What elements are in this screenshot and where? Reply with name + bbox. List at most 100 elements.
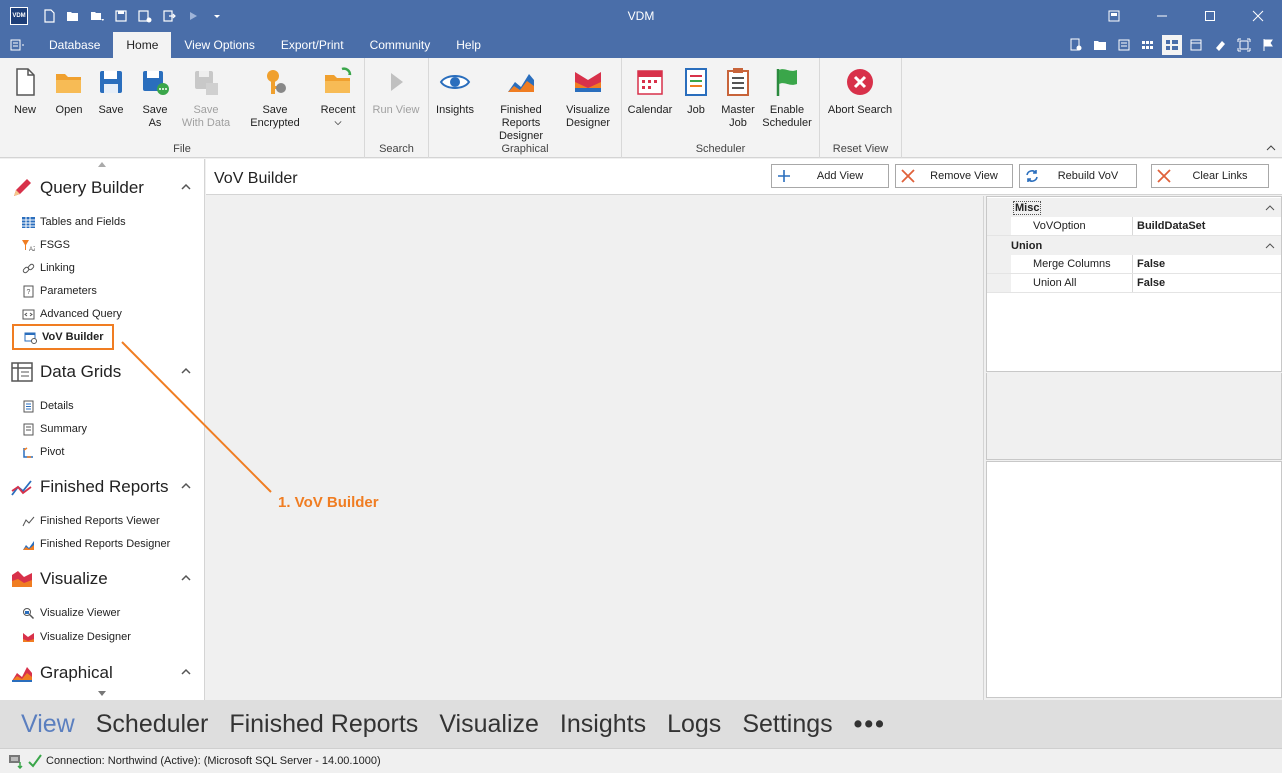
- layout-one-icon[interactable]: [1114, 35, 1134, 55]
- qat-customize-icon[interactable]: [208, 7, 226, 25]
- sidebar-item-finished-reports-designer[interactable]: Finished Reports Designer: [22, 534, 170, 554]
- add-view-button[interactable]: Add View: [771, 164, 889, 188]
- remove-view-button[interactable]: Remove View: [895, 164, 1013, 188]
- clear-links-button[interactable]: Clear Links: [1151, 164, 1269, 188]
- sidebar-group-graphical[interactable]: Graphical: [10, 660, 195, 686]
- tab-database[interactable]: Database: [36, 32, 113, 58]
- sidebar-item-details[interactable]: Details: [22, 396, 74, 416]
- recent-folder-icon: [325, 67, 352, 93]
- layout-list-icon[interactable]: [1162, 35, 1182, 55]
- tab-home[interactable]: Home: [113, 32, 172, 58]
- sidebar-item-parameters[interactable]: ? Parameters: [22, 281, 97, 301]
- chevron-up-icon[interactable]: [181, 482, 191, 490]
- vov-builder-header: VoV Builder Add View Remove View Rebuild…: [206, 159, 1282, 195]
- qat-open-dropdown-icon[interactable]: [88, 7, 106, 25]
- property-value[interactable]: False: [1133, 274, 1281, 292]
- sidebar-group-query-builder[interactable]: Query Builder: [10, 175, 195, 201]
- nav-more-button[interactable]: •••: [854, 710, 886, 739]
- nav-scheduler[interactable]: Scheduler: [96, 710, 209, 739]
- qat-open-icon[interactable]: [64, 7, 82, 25]
- finished-reports-designer-icon: [508, 74, 534, 92]
- qat-save-as-icon[interactable]: [136, 7, 154, 25]
- sidebar-item-linking[interactable]: Linking: [22, 258, 75, 278]
- graphical-icon: [12, 667, 32, 682]
- chevron-up-icon[interactable]: [181, 574, 191, 582]
- abort-search-icon: [847, 69, 873, 95]
- flag-icon[interactable]: [1258, 35, 1278, 55]
- sidebar-item-visualize-designer[interactable]: Visualize Designer: [22, 627, 131, 647]
- sidebar-item-vov-builder[interactable]: VoV Builder: [12, 324, 114, 350]
- property-row-merge-columns[interactable]: Merge Columns False: [987, 255, 1281, 274]
- sidebar-scroll-down-icon[interactable]: [98, 691, 106, 697]
- property-name: VoVOption: [1011, 217, 1133, 235]
- layout-grid-icon[interactable]: [1138, 35, 1158, 55]
- annotation-label: 1. VoV Builder: [278, 494, 379, 511]
- sidebar-group-visualize[interactable]: Visualize: [10, 566, 195, 592]
- pencil-icon: [14, 179, 31, 196]
- sidebar-item-advanced-query[interactable]: Advanced Query: [22, 304, 122, 324]
- sidebar-item-visualize-viewer[interactable]: Visualize Viewer: [22, 603, 120, 623]
- chevron-up-icon[interactable]: [181, 183, 191, 191]
- sidebar-item-tables-and-fields[interactable]: Tables and Fields: [22, 212, 126, 232]
- quick-access-toolbar: [40, 7, 226, 25]
- chevron-up-icon[interactable]: [1265, 242, 1275, 249]
- property-row-vovoption[interactable]: VoVOption BuildDataSet: [987, 217, 1281, 236]
- chevron-up-icon[interactable]: [1265, 204, 1275, 211]
- ribbon-group-scheduler: Calendar Job Master Job Enable Scheduler…: [622, 58, 820, 158]
- qat-new-icon[interactable]: [40, 7, 58, 25]
- property-value[interactable]: BuildDataSet: [1133, 217, 1281, 235]
- nav-view[interactable]: View: [21, 710, 75, 739]
- property-grid: Misc VoVOption BuildDataSet Union Merge …: [986, 196, 1282, 372]
- calendar-grid-icon[interactable]: [1186, 35, 1206, 55]
- tab-help[interactable]: Help: [443, 32, 494, 58]
- page-title: VoV Builder: [214, 170, 298, 187]
- sidebar-scroll-up-icon[interactable]: [98, 161, 106, 167]
- property-row-union-all[interactable]: Union All False: [987, 274, 1281, 293]
- sidebar-group-data-grids[interactable]: Data Grids: [10, 359, 195, 385]
- ribbon-group-search: Run View Search: [365, 58, 429, 158]
- visualize-viewer-icon: [23, 607, 35, 619]
- nav-finished-reports[interactable]: Finished Reports: [229, 710, 418, 739]
- eraser-icon[interactable]: [1210, 35, 1230, 55]
- nav-insights[interactable]: Insights: [560, 710, 646, 739]
- tab-export-print[interactable]: Export/Print: [268, 32, 357, 58]
- property-category-union[interactable]: Union: [987, 236, 1281, 255]
- fit-screen-icon[interactable]: [1234, 35, 1254, 55]
- property-value[interactable]: False: [1133, 255, 1281, 273]
- tab-view-options[interactable]: View Options: [171, 32, 267, 58]
- vov-preview-panel: [986, 461, 1282, 698]
- nav-visualize[interactable]: Visualize: [439, 710, 539, 739]
- close-icon[interactable]: [1234, 0, 1282, 32]
- qat-run-icon[interactable]: [184, 7, 202, 25]
- settings-doc-icon[interactable]: [1066, 35, 1086, 55]
- svg-text:AZ: AZ: [29, 247, 35, 252]
- qat-save-icon[interactable]: [112, 7, 130, 25]
- maximize-icon[interactable]: [1186, 0, 1234, 32]
- sidebar-item-summary[interactable]: Summary: [22, 419, 87, 439]
- pin-window-icon[interactable]: [1090, 0, 1138, 32]
- folder-icon[interactable]: [1090, 35, 1110, 55]
- app-menu-icon[interactable]: [0, 32, 36, 58]
- property-category-misc[interactable]: Misc: [987, 198, 1281, 217]
- nav-settings[interactable]: Settings: [742, 710, 832, 739]
- database-download-icon[interactable]: [8, 753, 24, 769]
- rebuild-vov-button[interactable]: Rebuild VoV: [1019, 164, 1137, 188]
- sidebar-group-finished-reports[interactable]: Finished Reports: [10, 474, 195, 500]
- chevron-up-icon[interactable]: [181, 367, 191, 375]
- sidebar-item-pivot[interactable]: Pivot: [22, 442, 64, 462]
- tab-community[interactable]: Community: [357, 32, 444, 58]
- chevron-up-icon[interactable]: [181, 668, 191, 676]
- minimize-icon[interactable]: [1138, 0, 1186, 32]
- property-description-panel: [986, 373, 1282, 460]
- save-icon: [100, 71, 122, 93]
- connection-check-icon: [28, 754, 42, 768]
- sidebar-item-finished-reports-viewer[interactable]: Finished Reports Viewer: [22, 511, 160, 531]
- save-with-data-icon: [195, 71, 218, 95]
- vov-design-canvas[interactable]: [206, 196, 984, 700]
- recent-dropdown-icon: [334, 121, 342, 126]
- qat-export-icon[interactable]: [160, 7, 178, 25]
- sidebar-item-fsgs[interactable]: AZ FSGS: [22, 235, 70, 255]
- collapse-ribbon-icon[interactable]: [1266, 143, 1276, 153]
- nav-logs[interactable]: Logs: [667, 710, 721, 739]
- link-icon: [22, 263, 35, 273]
